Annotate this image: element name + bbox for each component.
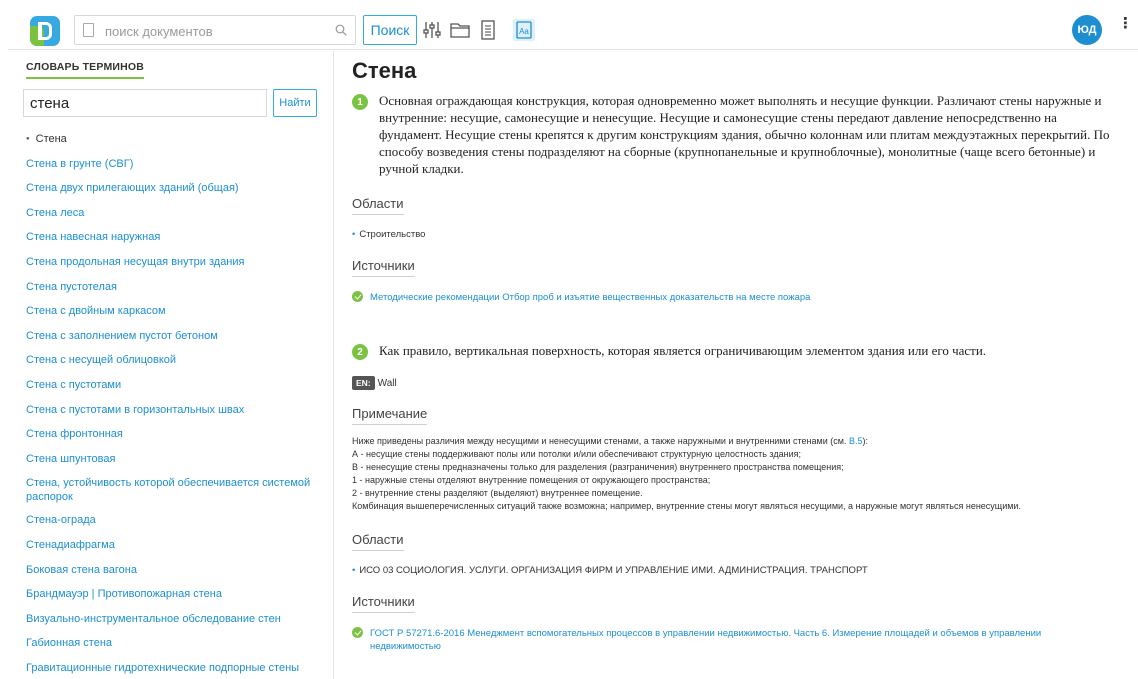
document-icon [83, 23, 94, 37]
term-item[interactable]: Габионная стена [26, 633, 316, 658]
term-item[interactable]: Гравитационные гидротехнические подпорны… [26, 658, 316, 679]
terms-sidebar: СЛОВАРЬ ТЕРМИНОВ Найти Стена Стена в гру… [8, 51, 334, 679]
note-line: 2 - внутренние стены разделяют (выделяют… [352, 488, 643, 498]
check-icon [352, 291, 363, 302]
filter-icon[interactable] [421, 19, 443, 41]
term-item[interactable]: Стена навесная наружная [26, 227, 316, 252]
definition-number-badge: 1 [352, 94, 368, 110]
find-button[interactable]: Найти [273, 89, 317, 117]
document-search-box[interactable] [74, 15, 356, 45]
folder-icon[interactable] [449, 19, 471, 41]
area-item: • Строительство [352, 229, 426, 240]
term-item[interactable]: Визуально-инструментальное обследование … [26, 609, 316, 634]
document-search-input[interactable] [105, 21, 325, 41]
translation-word: Wall [377, 378, 397, 389]
area-text: Строительство [359, 229, 426, 240]
document-icon[interactable] [477, 19, 499, 41]
areas-heading: Области [352, 196, 404, 215]
svg-text:Aa: Aa [519, 27, 529, 36]
source-text[interactable]: ГОСТ Р 57271.6-2016 Менеджмент вспомогат… [370, 628, 1041, 652]
term-item[interactable]: Стена пустотелая [26, 277, 316, 302]
user-avatar[interactable]: ЮД [1072, 15, 1102, 45]
language-badge: EN: [352, 376, 375, 390]
definition-text: Как правило, вертикальная поверхность, к… [379, 343, 987, 358]
sources-heading: Источники [352, 594, 415, 613]
note-text: Ниже приведены различия между несущими и… [352, 435, 1112, 513]
term-item[interactable]: Стена в грунте (СВГ) [26, 154, 316, 179]
app-logo[interactable] [30, 16, 60, 46]
search-button[interactable]: Поиск [363, 15, 417, 45]
note-line: В - ненесущие стены предназначены только… [352, 462, 844, 472]
area-text: ИСО 03 СОЦИОЛОГИЯ. УСЛУГИ. ОРГАНИЗАЦИЯ Ф… [359, 565, 868, 576]
term-item[interactable]: Стена фронтонная [26, 424, 316, 449]
term-item[interactable]: Стена с двойным каркасом [26, 301, 316, 326]
term-search-input[interactable] [23, 89, 267, 117]
dictionary-icon[interactable]: Aa [513, 19, 535, 41]
top-bar: Поиск Aa ЮД ⋮ [8, 8, 1138, 50]
dictionary-title: СЛОВАРЬ ТЕРМИНОВ [26, 61, 145, 79]
note-line: Комбинация вышеперечисленных ситуаций та… [352, 501, 1021, 511]
page-title: Стена [352, 58, 417, 83]
definition-2: 2 Как правило, вертикальная поверхность,… [352, 342, 1112, 360]
definition-text: Основная ограждающая конструкция, котора… [379, 93, 1110, 176]
areas-heading: Области [352, 532, 404, 551]
term-item[interactable]: Стена шпунтовая [26, 449, 316, 474]
term-item[interactable]: Брандмауэр | Противопожарная стена [26, 584, 316, 609]
note-intro-end: ): [862, 436, 868, 446]
note-heading: Примечание [352, 406, 428, 425]
term-item[interactable]: Стена продольная несущая внутри здания [26, 252, 316, 277]
term-item[interactable]: Стена с заполнением пустот бетоном [26, 326, 316, 351]
term-article: Стена 1 Основная ограждающая конструкция… [352, 58, 1112, 679]
note-line: А - несущие стены поддерживают полы или … [352, 449, 801, 459]
note-intro: Ниже приведены различия между несущими и… [352, 436, 849, 446]
term-item[interactable]: Стена-ограда [26, 510, 316, 535]
term-item[interactable]: Боковая стена вагона [26, 560, 316, 585]
definition-number-badge: 2 [352, 344, 368, 360]
source-link[interactable]: Методические рекомендации Отбор проб и и… [352, 291, 1112, 304]
term-item[interactable]: Стена, устойчивость которой обеспечивает… [26, 473, 316, 510]
area-item: • ИСО 03 СОЦИОЛОГИЯ. УСЛУГИ. ОРГАНИЗАЦИЯ … [352, 565, 868, 576]
more-menu-icon[interactable]: ⋮ [1118, 16, 1133, 40]
sources-heading: Источники [352, 258, 415, 277]
term-item[interactable]: Стена с пустотами в горизонтальных швах [26, 400, 316, 425]
translation: EN: Wall [352, 373, 397, 391]
definition-1: 1 Основная ограждающая конструкция, кото… [352, 92, 1112, 177]
term-list: Стена Стена в грунте (СВГ) Стена двух пр… [26, 129, 316, 679]
note-reference-link[interactable]: В.5 [849, 436, 863, 446]
term-item-current[interactable]: Стена [26, 129, 316, 154]
term-item[interactable]: Стена с несущей облицовкой [26, 350, 316, 375]
note-line: 1 - наружные стены отделяют внутренние п… [352, 475, 711, 485]
check-icon [352, 627, 363, 638]
term-item[interactable]: Стена с пустотами [26, 375, 316, 400]
search-icon[interactable] [335, 24, 347, 36]
term-item[interactable]: Стенадиафрагма [26, 535, 316, 560]
term-item[interactable]: Стена двух прилегающих зданий (общая) [26, 178, 316, 203]
term-item[interactable]: Стена леса [26, 203, 316, 228]
source-text[interactable]: Методические рекомендации Отбор проб и и… [370, 292, 810, 303]
source-link[interactable]: ГОСТ Р 57271.6-2016 Менеджмент вспомогат… [352, 627, 1062, 653]
